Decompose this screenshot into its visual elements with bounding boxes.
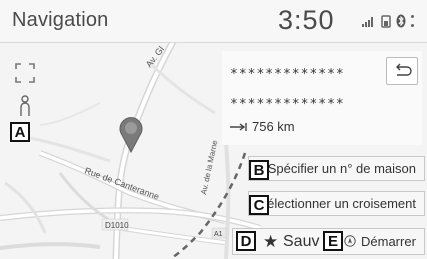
specify-house-number-button[interactable]: Spécifier un n° de maison [248,156,425,181]
signal-bars-icon [362,17,373,27]
callout-c: C [249,195,269,215]
road-label-d1010: D1010 [105,221,129,230]
pedestrian-icon[interactable] [16,95,34,117]
navigation-screen: Navigation 3:50 Av. Gl Rue de Canteranne… [0,0,427,259]
destination-info-panel: ************* ************* 756 km [222,51,422,145]
status-icons [362,13,414,29]
start-label: Démarrer [361,234,416,249]
back-button[interactable] [386,57,418,85]
callout-e: E [323,231,343,251]
phone-battery-icon [381,14,391,28]
save-label: Sauv [283,233,320,250]
callout-a: A [10,122,30,142]
select-intersection-button[interactable]: Sélectionner un croisement [248,191,425,216]
bluetooth-icon [396,14,406,28]
location-pin-icon [119,117,143,153]
destination-line-2: ************* [230,97,345,112]
clock: 3:50 [278,5,335,35]
start-button[interactable]: Démarrer [329,229,425,254]
specify-house-number-label: Spécifier un n° de maison [267,161,416,176]
star-icon: ★ [263,232,279,251]
destination-line-1: ************* [230,67,345,82]
callout-b: B [249,160,269,180]
select-intersection-label: Sélectionner un croisement [258,196,416,211]
expand-map-icon[interactable] [14,62,36,84]
distance-value: 756 km [252,119,295,134]
app-title: Navigation [12,9,109,31]
road-label-av-de-la-marne: Av. de la Marne [199,139,219,195]
navigation-start-icon [344,235,356,247]
header-bar: Navigation 3:50 [0,0,427,43]
distance-row: 756 km [230,119,295,134]
road-label-a1: A1 [214,231,223,238]
callout-d: D [236,231,256,251]
distance-arrow-icon [230,122,247,131]
back-arrow-icon [396,63,412,76]
menu-dots-icon [411,15,414,27]
